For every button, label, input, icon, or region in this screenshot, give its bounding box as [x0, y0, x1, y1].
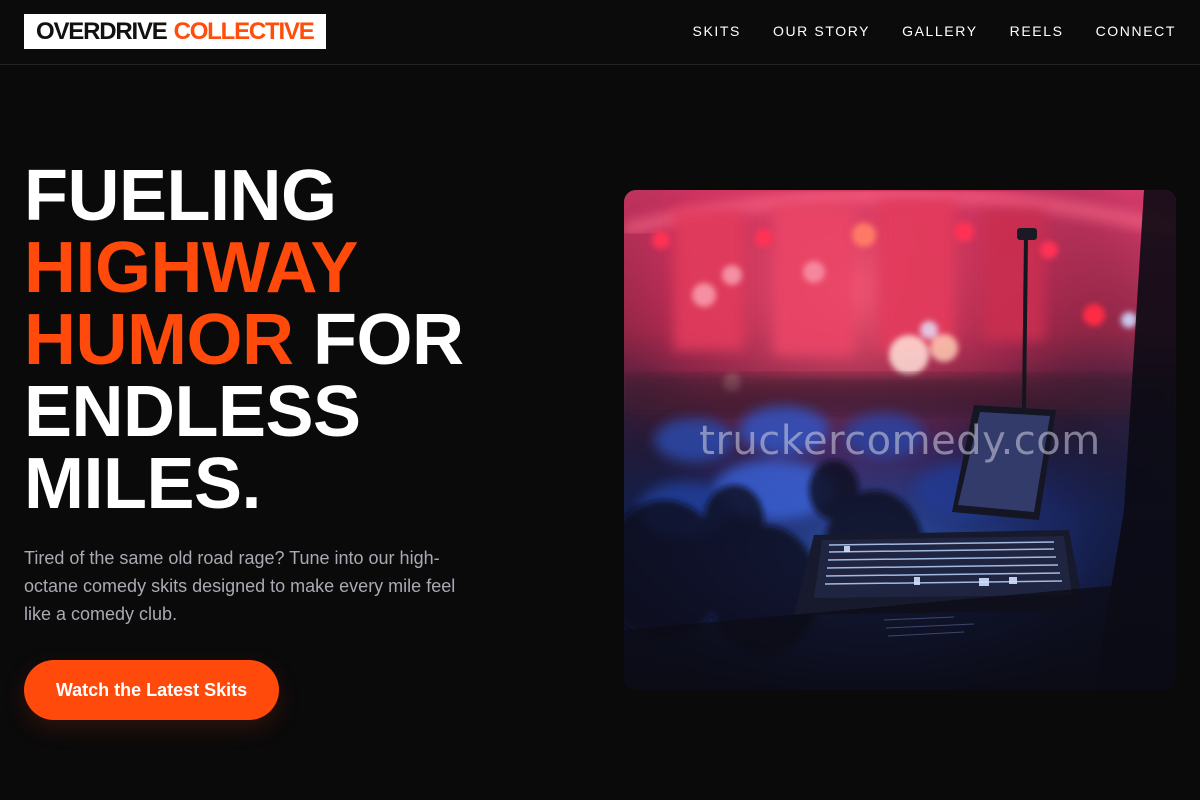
headline-word-for: FOR — [312, 300, 464, 380]
site-header: OVERDRIVE COLLECTIVE SKITS OUR STORY GAL… — [0, 0, 1200, 65]
headline-line-5: MILES. — [24, 444, 262, 524]
headline-accent-word: HUMOR — [24, 300, 294, 380]
headline-line-1: FUELING — [24, 156, 337, 236]
watch-latest-skits-button[interactable]: Watch the Latest Skits — [24, 660, 279, 720]
brand-name-part2: COLLECTIVE — [173, 17, 315, 45]
nav-item-reels[interactable]: REELS — [1010, 23, 1064, 39]
hero-headline: FUELING HIGHWAY HUMOR FOR ENDLESS MILES. — [24, 160, 584, 520]
headline-line-4: ENDLESS — [24, 372, 361, 452]
nav-item-gallery[interactable]: GALLERY — [902, 23, 978, 39]
headline-line-2: HIGHWAY — [24, 228, 358, 308]
brand-name-part1: OVERDRIVE — [36, 17, 168, 45]
image-watermark: truckercomedy.com — [699, 418, 1101, 464]
brand-logo[interactable]: OVERDRIVE COLLECTIVE — [24, 14, 326, 49]
hero-description: Tired of the same old road rage? Tune in… — [24, 548, 456, 624]
nav-item-skits[interactable]: SKITS — [693, 23, 741, 39]
nav-item-connect[interactable]: CONNECT — [1096, 23, 1176, 39]
nav-item-our-story[interactable]: OUR STORY — [773, 23, 870, 39]
main-nav: SKITS OUR STORY GALLERY REELS CONNECT — [693, 0, 1176, 62]
headline-line-3: HUMOR FOR — [24, 304, 584, 376]
hero-image-concert-stage: truckercomedy.com — [624, 190, 1176, 690]
